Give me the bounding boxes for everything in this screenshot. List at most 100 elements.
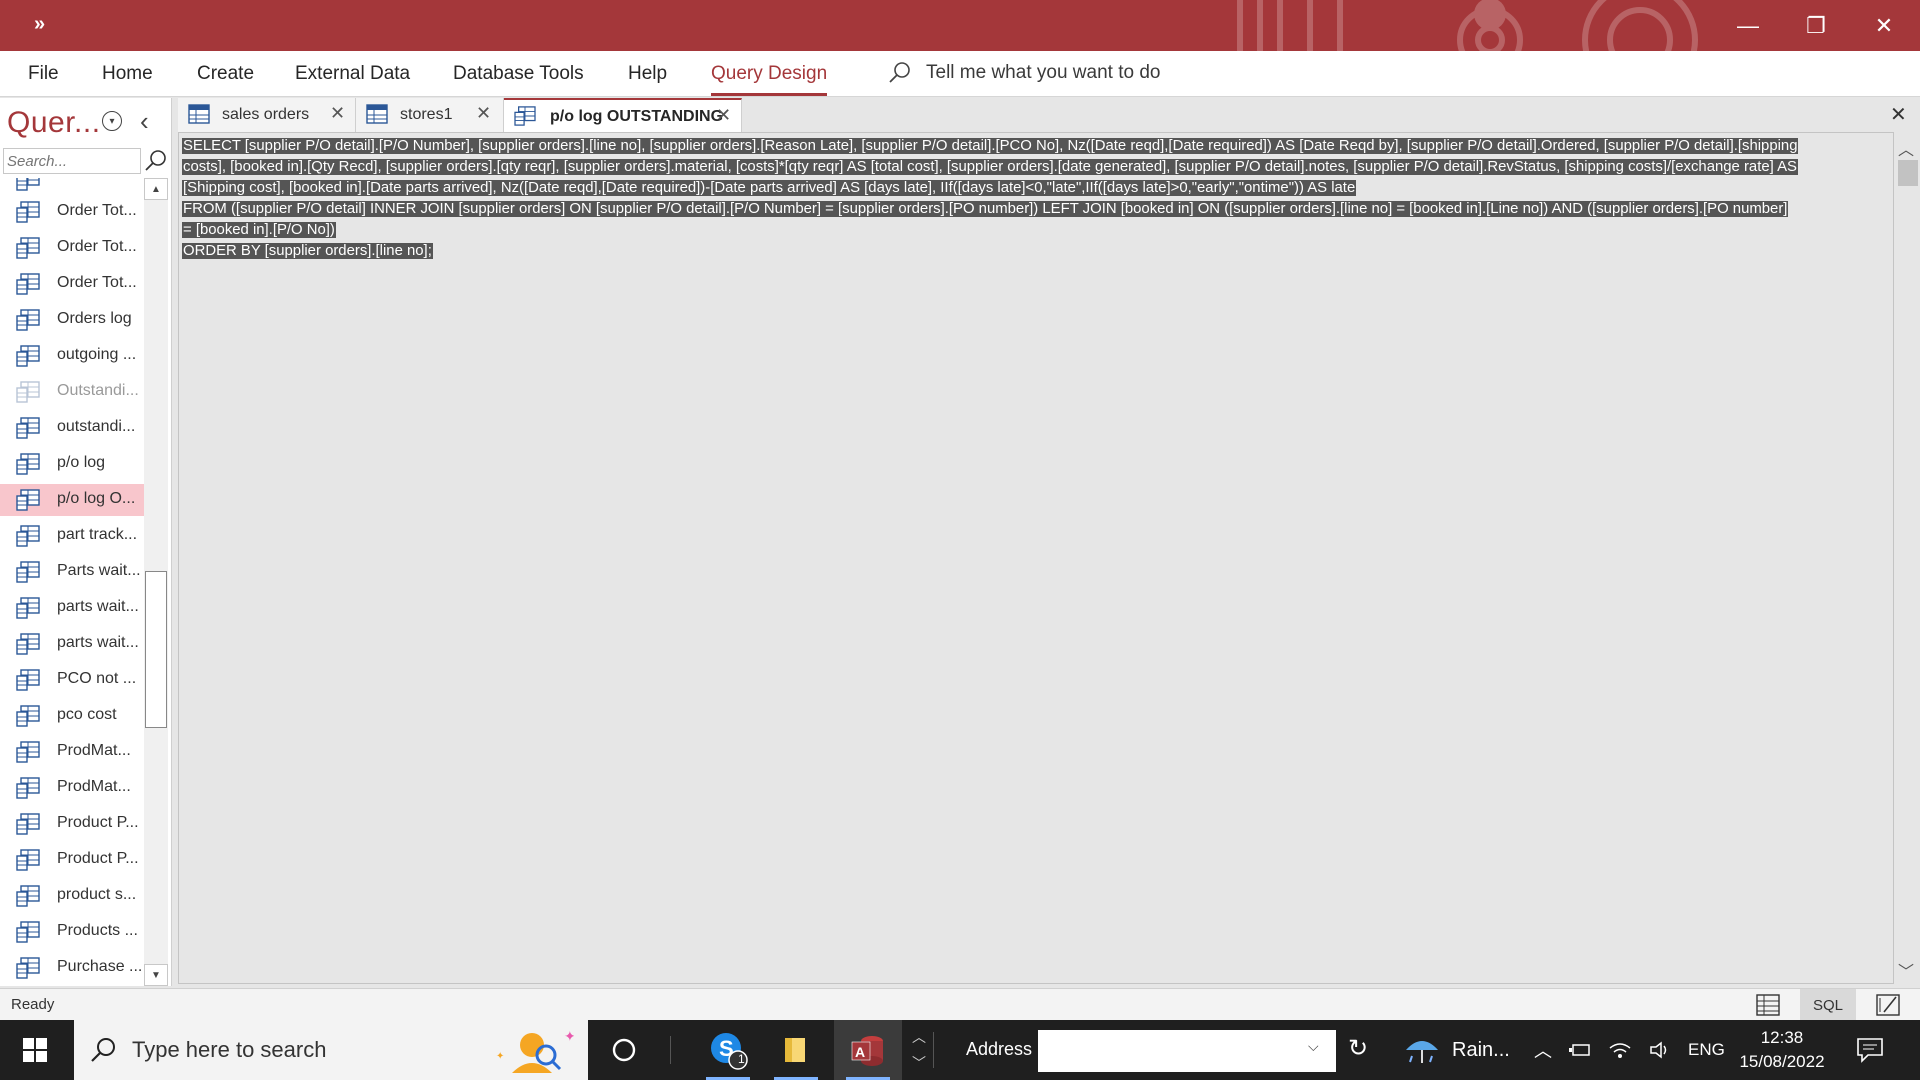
nav-item[interactable]: Order Tot... [0,232,144,264]
nav-item-label: pco cost [57,706,117,723]
nav-search-input[interactable] [3,148,141,174]
sql-line-text: [Shipping cost], [booked in].[Date parts… [182,180,1357,196]
nav-item[interactable]: Order Tot... [0,268,144,300]
nav-item[interactable]: PCO not ... [0,664,144,696]
query-icon [16,633,40,655]
notifications-button[interactable] [1856,1020,1884,1080]
restore-button[interactable]: ❐ [1782,0,1850,51]
menu-query-design[interactable]: Query Design [711,63,828,96]
taskbar-access[interactable]: A [834,1020,902,1080]
task-view-button[interactable] [590,1020,658,1080]
query-icon [16,525,40,547]
tab-label: stores1 [400,106,453,123]
sql-line-text: = [booked in].[P/O No]) [182,222,336,238]
design-view-button[interactable] [1860,989,1916,1021]
address-input[interactable] [1038,1030,1336,1072]
nav-item-label: outstandi... [57,418,136,435]
scroll-down-icon[interactable]: ▼ [144,964,168,986]
chevron-down-icon[interactable]: ﹀ [1898,958,1914,982]
nav-item[interactable]: p/o log O... [0,484,144,516]
nav-item[interactable]: outstandi... [0,412,144,444]
svg-text:✦: ✦ [496,1051,504,1062]
close-icon[interactable]: ✕ [330,103,345,124]
chevron-up-icon[interactable]: ︿ [1534,1037,1552,1063]
system-tray: ︿ ENG [1534,1020,1725,1080]
nav-item-label: part track... [57,526,138,543]
clock[interactable]: 12:38 15/08/2022 [1730,1026,1834,1074]
tab-stores1[interactable]: stores1 ✕ [356,98,504,132]
start-button[interactable] [0,1020,70,1080]
tab-label: sales orders [222,106,310,123]
tell-me-box[interactable]: Tell me what you want to do [888,61,1160,85]
chevron-down-icon[interactable]: ▾ [102,111,122,131]
nav-item-partial[interactable] [0,178,144,196]
nav-item[interactable]: ProdMat... [0,736,144,768]
nav-item[interactable]: Parts wait... [0,556,144,588]
nav-item-label: Parts wait... [57,562,141,579]
editor-scroll-thumb[interactable] [1898,160,1918,186]
quick-access-overflow[interactable]: » [34,13,45,36]
menu-home[interactable]: Home [102,63,153,85]
title-bar-pattern [1237,0,1698,51]
nav-item[interactable]: Product P... [0,808,144,840]
tab-p-o-log-outstanding[interactable]: p/o log OUTSTANDING ✕ [504,98,742,132]
nav-pane-title[interactable]: Quer... [7,106,101,140]
nav-item[interactable]: Products ... [0,916,144,948]
battery-icon[interactable] [1568,1040,1592,1060]
speaker-icon[interactable] [1648,1040,1672,1060]
nav-item-label: ProdMat... [57,742,131,759]
query-icon [16,345,40,367]
scroll-thumb[interactable] [145,571,167,728]
nav-item[interactable]: Orders log [0,304,144,336]
nav-scrollbar[interactable]: ▲ ▼ [144,178,168,986]
nav-item[interactable]: Order Tot... [0,196,144,228]
nav-item-label: PCO not ... [57,670,137,687]
taskbar-file-explorer[interactable] [762,1020,830,1080]
menu-file[interactable]: File [28,63,59,85]
close-button[interactable]: ✕ [1850,0,1918,51]
nav-item[interactable]: Product P... [0,844,144,876]
scroll-up-icon[interactable]: ▲ [144,178,168,200]
query-icon [16,705,40,727]
language-indicator[interactable]: ENG [1688,1040,1725,1060]
query-icon [16,813,40,835]
sql-editor[interactable]: SELECT [supplier P/O detail].[P/O Number… [178,132,1894,984]
chevron-down-icon[interactable]: ⌵ [1308,1038,1319,1055]
editor-scrollbar[interactable]: ︿ ﹀ [1894,132,1920,984]
close-document-icon[interactable]: ✕ [1890,102,1907,127]
nav-item[interactable]: parts wait... [0,592,144,624]
menu-external-data[interactable]: External Data [295,63,410,85]
query-icon [16,309,40,331]
close-icon[interactable]: ✕ [476,103,491,124]
query-icon [16,597,40,619]
nav-item[interactable]: outgoing ... [0,340,144,372]
nav-item[interactable]: parts wait... [0,628,144,660]
nav-item[interactable]: Purchase ... [0,952,144,984]
taskbar-search-box[interactable]: Type here to search ✦ ✦ [74,1020,588,1080]
menu-help[interactable]: Help [628,63,667,85]
nav-item[interactable]: p/o log [0,448,144,480]
nav-item[interactable]: part track... [0,520,144,552]
refresh-icon[interactable]: ↻ [1348,1034,1368,1063]
menu-create[interactable]: Create [197,63,254,85]
close-icon[interactable]: ✕ [716,105,731,126]
chevron-up-icon[interactable]: ︿ [1898,136,1914,160]
collapse-pane-icon[interactable]: ‹ [140,106,149,137]
nav-item[interactable]: product s... [0,880,144,912]
taskbar-overflow-arrows[interactable]: ︿ ﹀ [912,1024,926,1076]
taskbar-skype[interactable]: S 1 [694,1020,762,1080]
search-icon[interactable] [143,148,169,174]
lightbulb-search-icon [889,62,910,83]
nav-item[interactable]: ProdMat... [0,772,144,804]
nav-item-label: Outstandi... [57,382,139,399]
menu-database-tools[interactable]: Database Tools [453,63,584,85]
sql-view-button[interactable]: SQL [1800,989,1856,1021]
tab-sales-orders[interactable]: sales orders ✕ [178,98,356,132]
query-icon [514,106,536,126]
nav-item[interactable]: pco cost [0,700,144,732]
weather-widget[interactable]: Rain... [1402,1020,1510,1080]
nav-item[interactable]: Outstandi... [0,376,144,408]
minimize-button[interactable]: — [1714,0,1782,51]
wifi-icon[interactable] [1608,1040,1632,1060]
datasheet-view-button[interactable] [1740,989,1796,1021]
